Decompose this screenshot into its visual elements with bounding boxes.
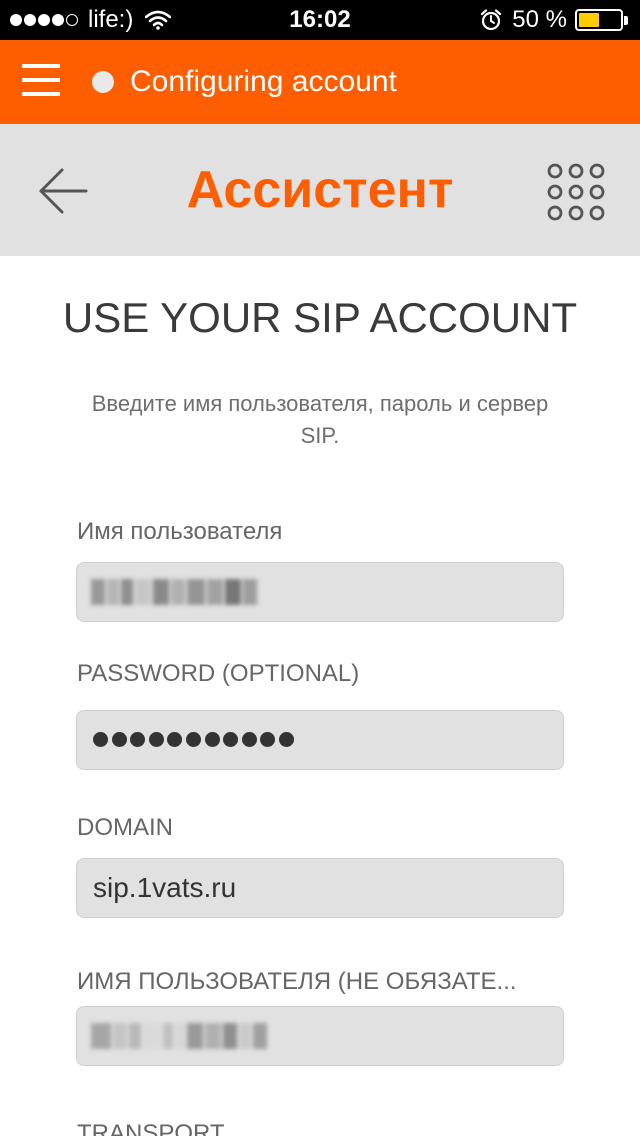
assistant-toolbar: Ассистент [0,124,640,256]
page-title: Ассистент [186,161,454,219]
password-input[interactable] [76,710,564,770]
registration-status-text: Configuring account [130,65,397,98]
display-name-label: ИМЯ ПОЛЬЗОВАТЕЛЯ (НЕ ОБЯЗАТЕ... [77,968,517,995]
password-label: PASSWORD (OPTIONAL) [77,660,360,687]
battery-area: 50 % [480,6,628,34]
section-heading: USE YOUR SIP ACCOUNT [62,294,578,341]
status-bar: life:) 16:02 50 % [0,0,640,40]
battery-percent: 50 % [512,6,567,33]
battery-level [579,13,599,27]
display-name-input[interactable] [76,1006,564,1066]
app-header: Configuring account [0,40,640,124]
alarm-clock-icon [481,9,502,31]
battery-tip [624,15,628,25]
domain-label: DOMAIN [77,814,173,841]
dialer-icon[interactable] [546,162,606,222]
redacted-value [91,1021,269,1051]
redacted-value [91,577,259,607]
username-label: Имя пользователя [77,518,283,545]
username-input[interactable] [76,562,564,622]
transport-label: TRANSPORT [77,1120,225,1136]
domain-input[interactable]: sip.1vats.ru [76,858,564,918]
domain-value: sip.1vats.ru [93,872,237,903]
registration-status-icon [92,71,114,93]
menu-icon[interactable] [22,62,62,102]
instructions-text: Введите имя пользователя, пароль и серве… [91,391,549,448]
password-mask [93,732,298,747]
battery-icon [575,9,623,31]
